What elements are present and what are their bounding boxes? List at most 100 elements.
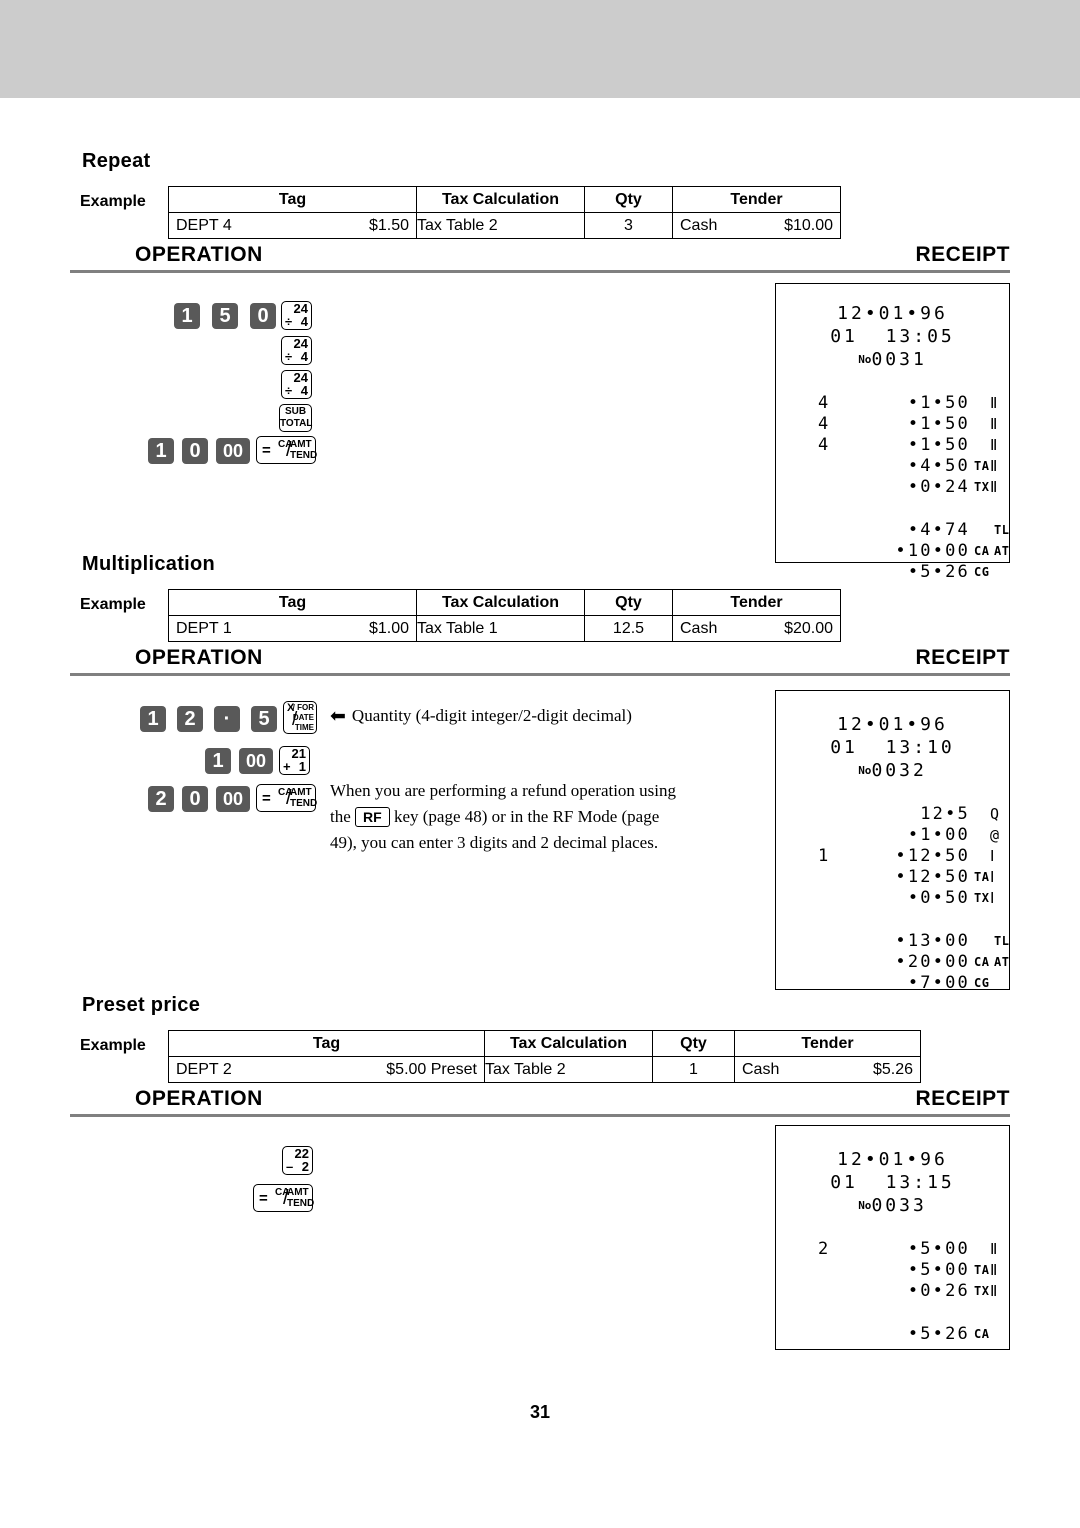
receipt-sym: CG <box>974 976 990 990</box>
key-cash-amount-tender-p[interactable]: = / CA AMT TEND <box>253 1184 314 1212</box>
receipt-dept-sym: Ⅰ <box>990 889 995 907</box>
receipt-amount: •5•00 <box>907 1239 970 1259</box>
table-row: DEPT 2 $5.00 Preset Tax Table 2 1 Cash $… <box>168 1056 921 1083</box>
receipt-sym: CA <box>974 1327 990 1341</box>
col-header-tax-calculation: Tax Calculation <box>484 1030 653 1057</box>
receipt-sym: CA <box>974 544 990 558</box>
key-dept-24-2[interactable]: 24 ÷ 4 <box>281 336 312 365</box>
receipt-line: •13•00 TL <box>786 931 1009 952</box>
receipt-line: •0•50 TX Ⅰ <box>786 888 999 909</box>
receipt-line: •7•00 CG <box>786 973 999 994</box>
col-header-tag: Tag <box>168 1030 485 1057</box>
key-dept-24[interactable]: 24 ÷ 4 <box>281 301 312 330</box>
receipt-amount: •1•00 <box>907 825 970 845</box>
example-table-preset-price: Tag Tax Calculation Qty Tender DEPT 2 $5… <box>168 1030 921 1083</box>
receipt-line: •0•26 TX Ⅱ <box>786 1281 999 1302</box>
receipt-sym: TX <box>974 891 990 905</box>
receipt-qty: 4 <box>818 414 831 434</box>
receipt-date: 12•01•96 <box>837 714 948 735</box>
receipt-line: 4 •1•50 Ⅱ <box>786 414 999 435</box>
tag-name: DEPT 1 <box>176 620 232 637</box>
table-row: DEPT 4 $1.50 Tax Table 2 3 Cash $10.00 <box>168 212 841 239</box>
receipt-no-prefix: No <box>858 1199 872 1212</box>
cell-tender: Cash $10.00 <box>672 212 841 239</box>
operation-label: OPERATION <box>135 243 263 266</box>
col-header-tax-calculation: Tax Calculation <box>416 589 585 616</box>
receipt-dept-sym: Ⅱ <box>990 457 998 475</box>
receipt-amount: •1•50 <box>907 414 970 434</box>
key-dept-24-3[interactable]: 24 ÷ 4 <box>281 370 312 399</box>
key-5[interactable]: 5 <box>212 303 238 329</box>
receipt-line: 4 •1•50 Ⅱ <box>786 435 999 456</box>
quantity-annotation: ⬅ Quantity (4-digit integer/2-digit decim… <box>330 706 632 726</box>
receipt-qty: 1 <box>818 846 831 866</box>
key-cash-amount-tender-m[interactable]: = / CA AMT TEND <box>256 784 317 812</box>
key-2-m3[interactable]: 2 <box>148 786 174 812</box>
key-ca-text2: AMT <box>290 439 312 450</box>
receipt-qty: 4 <box>818 393 831 413</box>
key-2-m[interactable]: 2 <box>177 706 203 732</box>
receipt-dept-sym: Q <box>990 805 1000 823</box>
receipt-amount: •0•24 <box>907 477 970 497</box>
receipt-spacer <box>786 909 999 931</box>
receipt-amount: •12•50 <box>895 867 970 887</box>
receipt-line: 12•5 Q <box>786 804 999 825</box>
receipt-clerk-time: 01 13:05 <box>830 326 955 347</box>
receipt-consecutive-no: No0031 <box>786 348 999 371</box>
key-1[interactable]: 1 <box>174 303 200 329</box>
key-equals-glyph: = <box>262 442 271 459</box>
receipt-sym: CA <box>974 955 990 969</box>
refund-note-line1: When you are performing a refund operati… <box>330 781 677 800</box>
key-dept-subnumber: 4 <box>300 349 308 364</box>
receipt-spacer <box>786 371 999 393</box>
receipt-preset-price: 12•01•96 01 13:15 No0033 2 •5•00 Ⅱ •5•00 TA… <box>775 1125 1010 1350</box>
receipt-date: 12•01•96 <box>837 303 948 324</box>
key-1-m2[interactable]: 1 <box>205 748 231 774</box>
key-dept-21[interactable]: 21 +1 <box>279 746 310 775</box>
key-date-label: DATE <box>292 713 314 722</box>
key-00-m[interactable]: 00 <box>239 748 273 774</box>
key-ca-text2: AMT <box>290 787 312 798</box>
section-title-preset-price: Preset price <box>82 994 201 1016</box>
key-0[interactable]: 0 <box>250 303 276 329</box>
key-dept-22[interactable]: 22 –2 <box>282 1146 313 1175</box>
receipt-line: 1 •12•50 Ⅰ <box>786 846 999 867</box>
refund-note: When you are performing a refund operati… <box>330 778 750 856</box>
cell-tag: DEPT 1 $1.00 <box>168 615 417 642</box>
cell-tender: Cash $20.00 <box>672 615 841 642</box>
page-number: 31 <box>529 1402 551 1422</box>
key-cash-amount-tender[interactable]: = / CA AMT TEND <box>256 436 317 464</box>
key-dept-operator: ÷ <box>285 349 293 364</box>
receipt-line: 4 •1•50 Ⅱ <box>786 393 999 414</box>
key-1-m[interactable]: 1 <box>140 706 166 732</box>
receipt-dept-sym: @ <box>990 826 1000 844</box>
tender-type: Cash <box>742 1061 780 1078</box>
receipt-line: •20•00 CA AT <box>786 952 1009 973</box>
key-x-for-date-time[interactable]: X / / FOR DATE TIME <box>283 701 317 734</box>
key-00-m3[interactable]: 00 <box>216 786 250 812</box>
receipt-qty: 2 <box>818 1239 831 1259</box>
key-00[interactable]: 00 <box>216 438 250 464</box>
cell-tax-calculation: Tax Table 2 <box>416 212 585 239</box>
receipt-clerk-time: 01 13:10 <box>830 737 955 758</box>
key-5-m[interactable]: 5 <box>251 706 277 732</box>
key-0-b[interactable]: 0 <box>182 438 208 464</box>
tender-amount: $10.00 <box>784 217 833 234</box>
col-header-tender: Tender <box>672 589 841 616</box>
key-1-b[interactable]: 1 <box>148 438 174 464</box>
receipt-no-value: 0033 <box>871 1195 927 1216</box>
section-title-multiplication: Multiplication <box>82 553 216 575</box>
receipt-amount: •7•00 <box>907 973 970 993</box>
key-decimal-point[interactable]: · <box>214 706 240 732</box>
key-rf[interactable]: RF <box>355 807 390 828</box>
receipt-line: •5•26 CA <box>786 1324 999 1345</box>
key-subtotal[interactable]: SUB TOTAL <box>279 404 312 432</box>
table-header-row: Tag Tax Calculation Qty Tender <box>168 589 841 616</box>
example-label-multiplication: Example <box>80 596 146 613</box>
key-0-m3[interactable]: 0 <box>182 786 208 812</box>
refund-note-after: key (page 48) or in the RF Mode (page <box>393 807 660 826</box>
tender-type: Cash <box>680 620 718 637</box>
receipt-no-value: 0032 <box>871 760 927 781</box>
cell-tax-calculation: Tax Table 2 <box>484 1056 653 1083</box>
key-dept-subnumber: 4 <box>300 314 308 329</box>
